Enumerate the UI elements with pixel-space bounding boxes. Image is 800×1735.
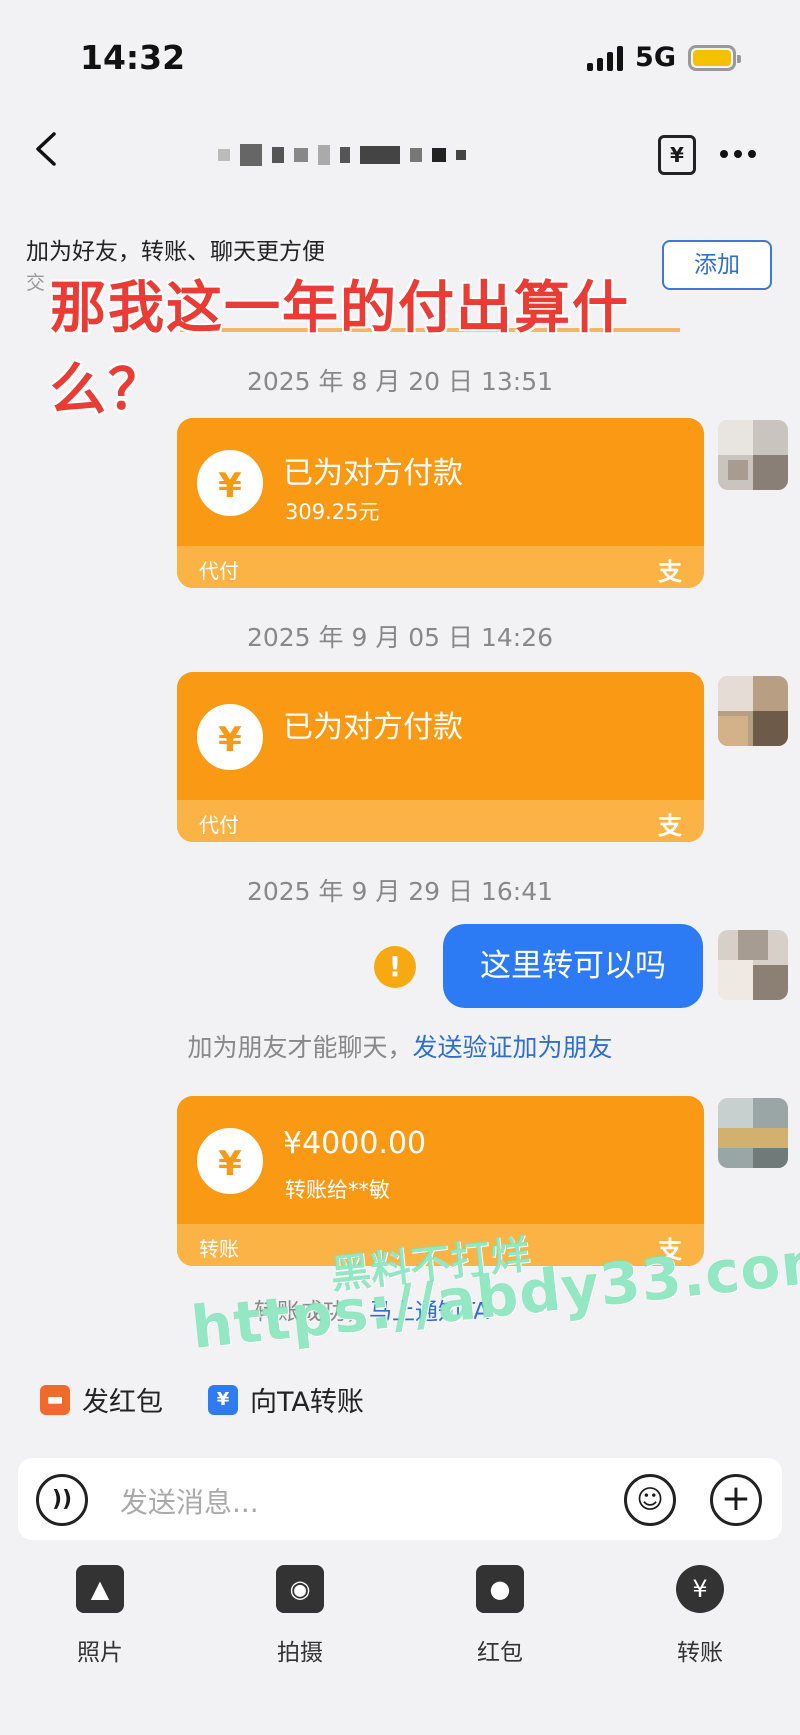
transfer-icon: ¥ bbox=[676, 1565, 724, 1613]
friend-verify-notice: 加为朋友才能聊天，发送验证加为朋友 bbox=[0, 1028, 800, 1064]
card-footer-label: 代付 bbox=[199, 813, 239, 837]
transfer-amount: ¥4000.00 bbox=[283, 1126, 427, 1161]
overlay-caption: 那我这一年的付出算什么？ bbox=[50, 276, 630, 423]
payment-card[interactable]: ¥ 已为对方付款 代付 支 bbox=[177, 672, 704, 842]
more-icon[interactable] bbox=[720, 150, 756, 158]
camera-icon: ◉ bbox=[276, 1565, 324, 1613]
tool-photo[interactable]: ▲ 照片 bbox=[40, 1565, 160, 1667]
text-message-bubble[interactable]: 这里转可以吗 bbox=[443, 924, 703, 1008]
yen-transfer-icon: ¥ bbox=[197, 1128, 263, 1194]
add-friend-hint: 加为好友，转账、聊天更方便 bbox=[26, 239, 325, 265]
card-title: 已为对方付款 bbox=[283, 456, 463, 491]
chat-title-obscured bbox=[218, 144, 466, 166]
photo-icon: ▲ bbox=[76, 1565, 124, 1613]
status-time: 14:32 bbox=[80, 38, 186, 77]
card-footer-label: 转账 bbox=[199, 1237, 239, 1261]
red-packet-icon: ▬ bbox=[40, 1384, 70, 1415]
plus-icon[interactable]: + bbox=[710, 1474, 762, 1526]
alipay-icon: 支 bbox=[658, 558, 682, 586]
notice-text: 加为朋友才能聊天， bbox=[187, 1033, 413, 1062]
yen-transfer-icon: ¥ bbox=[208, 1384, 238, 1415]
send-verify-link[interactable]: 发送验证加为朋友 bbox=[413, 1033, 613, 1062]
emoji-icon[interactable]: ☺ bbox=[624, 1474, 676, 1526]
card-amount: 309.25元 bbox=[285, 500, 380, 524]
voice-icon[interactable]: )) bbox=[36, 1474, 88, 1526]
tool-camera[interactable]: ◉ 拍摄 bbox=[240, 1565, 360, 1667]
tool-red-packet[interactable]: ● 红包 bbox=[440, 1565, 560, 1667]
tool-label: 红包 bbox=[477, 1640, 523, 1666]
transfer-recipient: 转账给**敏 bbox=[285, 1178, 390, 1202]
card-title: 已为对方付款 bbox=[283, 710, 463, 745]
red-packet-icon: ● bbox=[476, 1565, 524, 1613]
back-arrow-icon[interactable] bbox=[30, 132, 64, 166]
quick-action-transfer[interactable]: ¥ 向TA转账 bbox=[208, 1380, 364, 1419]
add-friend-subhint: 交 bbox=[26, 272, 46, 294]
yen-hand-icon: ¥ bbox=[197, 704, 263, 770]
card-footer-label: 代付 bbox=[199, 559, 239, 583]
tool-label: 拍摄 bbox=[277, 1640, 323, 1666]
quick-action-label: 发红包 bbox=[82, 1387, 163, 1418]
warning-icon[interactable]: ! bbox=[374, 946, 416, 988]
avatar[interactable] bbox=[718, 1098, 788, 1168]
message-timestamp: 2025 年 9 月 05 日 14:26 bbox=[246, 623, 554, 652]
avatar[interactable] bbox=[718, 420, 788, 490]
message-timestamp: 2025 年 9 月 29 日 16:41 bbox=[246, 877, 554, 906]
tool-label: 转账 bbox=[677, 1640, 723, 1666]
status-indicators: 5G bbox=[587, 42, 741, 73]
alipay-icon: 支 bbox=[658, 812, 682, 840]
battery-icon bbox=[688, 44, 741, 71]
tool-transfer[interactable]: ¥ 转账 bbox=[640, 1565, 760, 1667]
message-timestamp: 2025 年 8 月 20 日 13:51 bbox=[246, 367, 554, 396]
avatar[interactable] bbox=[718, 676, 788, 746]
tool-label: 照片 bbox=[77, 1640, 123, 1666]
network-type: 5G bbox=[635, 42, 676, 73]
quick-action-red-packet[interactable]: ▬ 发红包 bbox=[40, 1380, 163, 1419]
transfer-record-icon[interactable]: ¥ bbox=[658, 135, 696, 175]
yen-hand-icon: ¥ bbox=[197, 450, 263, 516]
payment-card[interactable]: ¥ 已为对方付款 309.25元 代付 支 bbox=[177, 418, 704, 588]
message-input[interactable]: 发送消息... bbox=[120, 1481, 259, 1521]
quick-action-label: 向TA转账 bbox=[250, 1387, 364, 1418]
signal-icon bbox=[587, 45, 624, 71]
avatar[interactable] bbox=[718, 930, 788, 1000]
